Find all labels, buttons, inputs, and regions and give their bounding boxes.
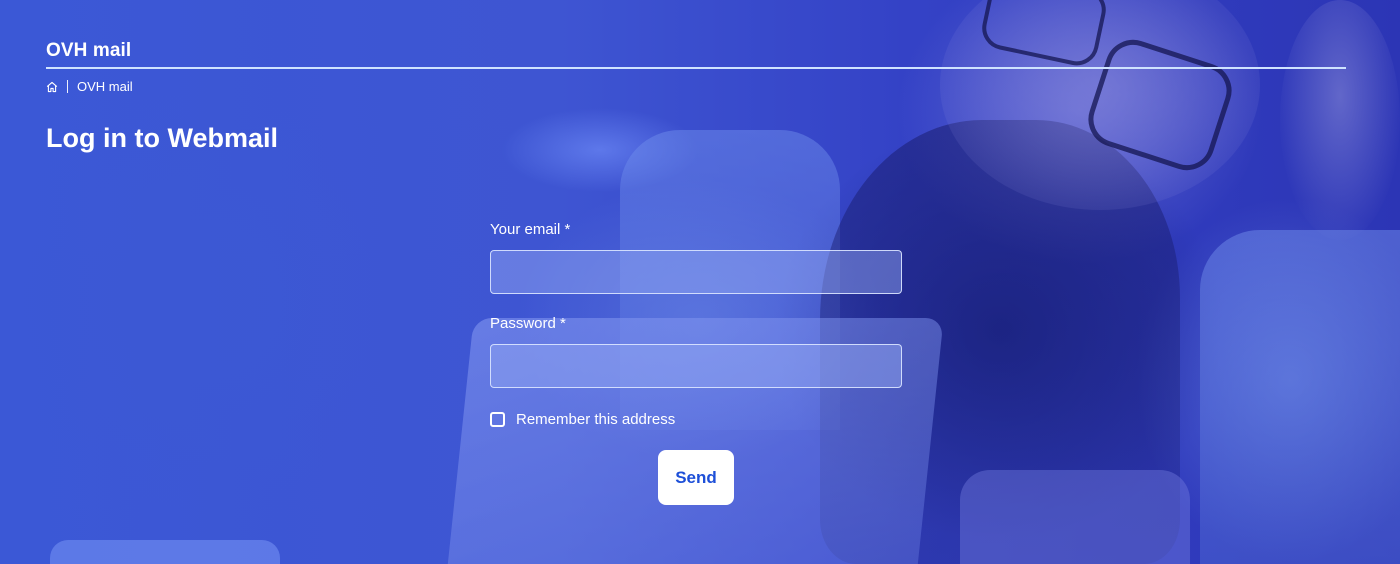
email-field[interactable] — [490, 250, 902, 294]
password-label: Password * — [490, 315, 566, 332]
password-field[interactable] — [490, 344, 902, 388]
breadcrumb-separator — [67, 80, 68, 93]
login-form: Your email * Password * Remember this ad… — [490, 221, 902, 505]
send-button-container: Send — [490, 450, 902, 505]
breadcrumb: OVH mail — [46, 79, 133, 94]
login-page: OVH mail OVH mail Log in to Webmail Your… — [0, 0, 1400, 564]
remember-checkbox[interactable] — [490, 412, 505, 427]
app-title: OVH mail — [46, 40, 132, 61]
remember-address-row[interactable]: Remember this address — [490, 411, 902, 428]
home-icon[interactable] — [46, 81, 58, 93]
email-label: Your email * — [490, 221, 571, 238]
send-button[interactable]: Send — [658, 450, 734, 505]
content: OVH mail OVH mail Log in to Webmail Your… — [0, 0, 1400, 564]
remember-label[interactable]: Remember this address — [516, 411, 675, 428]
header-divider — [46, 67, 1346, 69]
breadcrumb-current[interactable]: OVH mail — [77, 79, 133, 94]
page-title: Log in to Webmail — [46, 123, 278, 153]
